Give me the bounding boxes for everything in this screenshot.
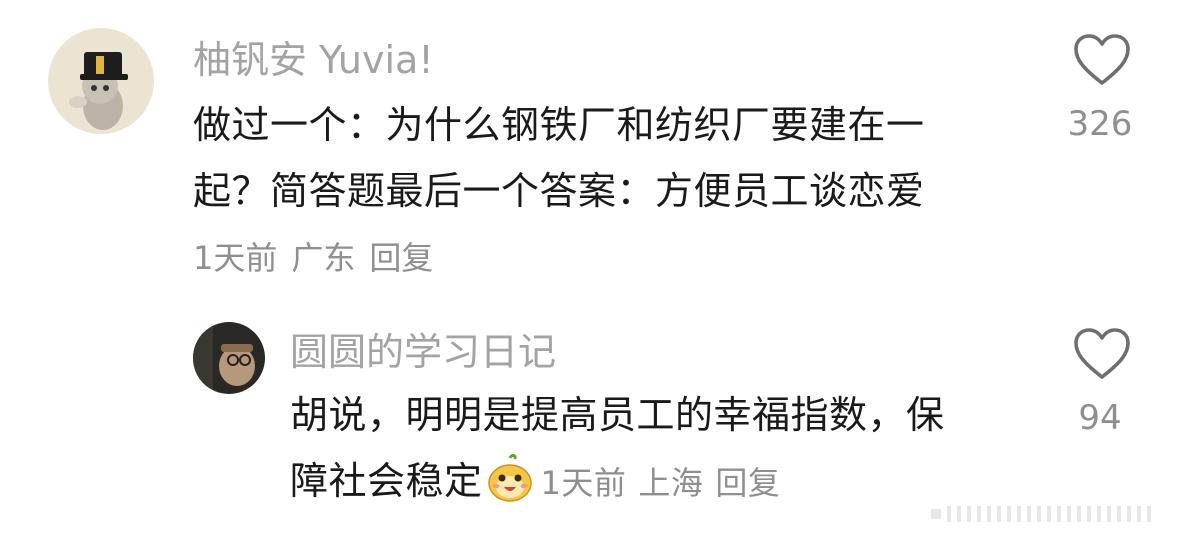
comment-reply-button[interactable]: 回复 bbox=[369, 239, 433, 277]
commenter-username[interactable]: 柚钒安 Yuvia! bbox=[193, 36, 434, 84]
comment-location: 广东 bbox=[291, 239, 356, 277]
reply-text: 胡说，明明是提高员工的幸福指数，保 障社会稳定 1天前 上海 回复 bbox=[290, 382, 1050, 516]
replier-avatar[interactable] bbox=[193, 322, 265, 394]
replier-username[interactable]: 圆圆的学习日记 bbox=[290, 328, 556, 376]
reply-time: 1天前 bbox=[540, 464, 627, 502]
reply-text-line: 胡说，明明是提高员工的幸福指数，保 bbox=[290, 393, 945, 437]
watermark-stripes bbox=[931, 503, 1161, 525]
reply-like-button[interactable] bbox=[1072, 326, 1132, 386]
comment-text-line: 做过一个：为什么钢铁厂和纺织厂要建在一 bbox=[193, 103, 925, 147]
comment-like-count: 326 bbox=[1067, 104, 1133, 144]
reply-like-count: 94 bbox=[1078, 398, 1122, 438]
happy-face-sticker-icon bbox=[485, 454, 535, 504]
commenter-avatar[interactable] bbox=[48, 28, 154, 134]
comment-meta: 1天前 广东 回复 bbox=[193, 236, 447, 280]
heart-outline-icon bbox=[1074, 34, 1130, 85]
reply-meta: 1天前 上海 回复 bbox=[541, 464, 793, 502]
heart-outline-icon bbox=[1074, 328, 1130, 379]
comment-time: 1天前 bbox=[193, 239, 278, 277]
reply-reply-button[interactable]: 回复 bbox=[715, 464, 780, 502]
reply-location: 上海 bbox=[638, 464, 704, 502]
comment-like-button[interactable] bbox=[1072, 32, 1132, 92]
comment-text: 做过一个：为什么钢铁厂和纺织厂要建在一 起？简答题最后一个答案：方便员工谈恋爱 bbox=[193, 92, 1023, 224]
comment-text-line: 起？简答题最后一个答案：方便员工谈恋爱 bbox=[193, 169, 925, 213]
reply-text-tail: 障社会稳定 bbox=[290, 459, 483, 503]
